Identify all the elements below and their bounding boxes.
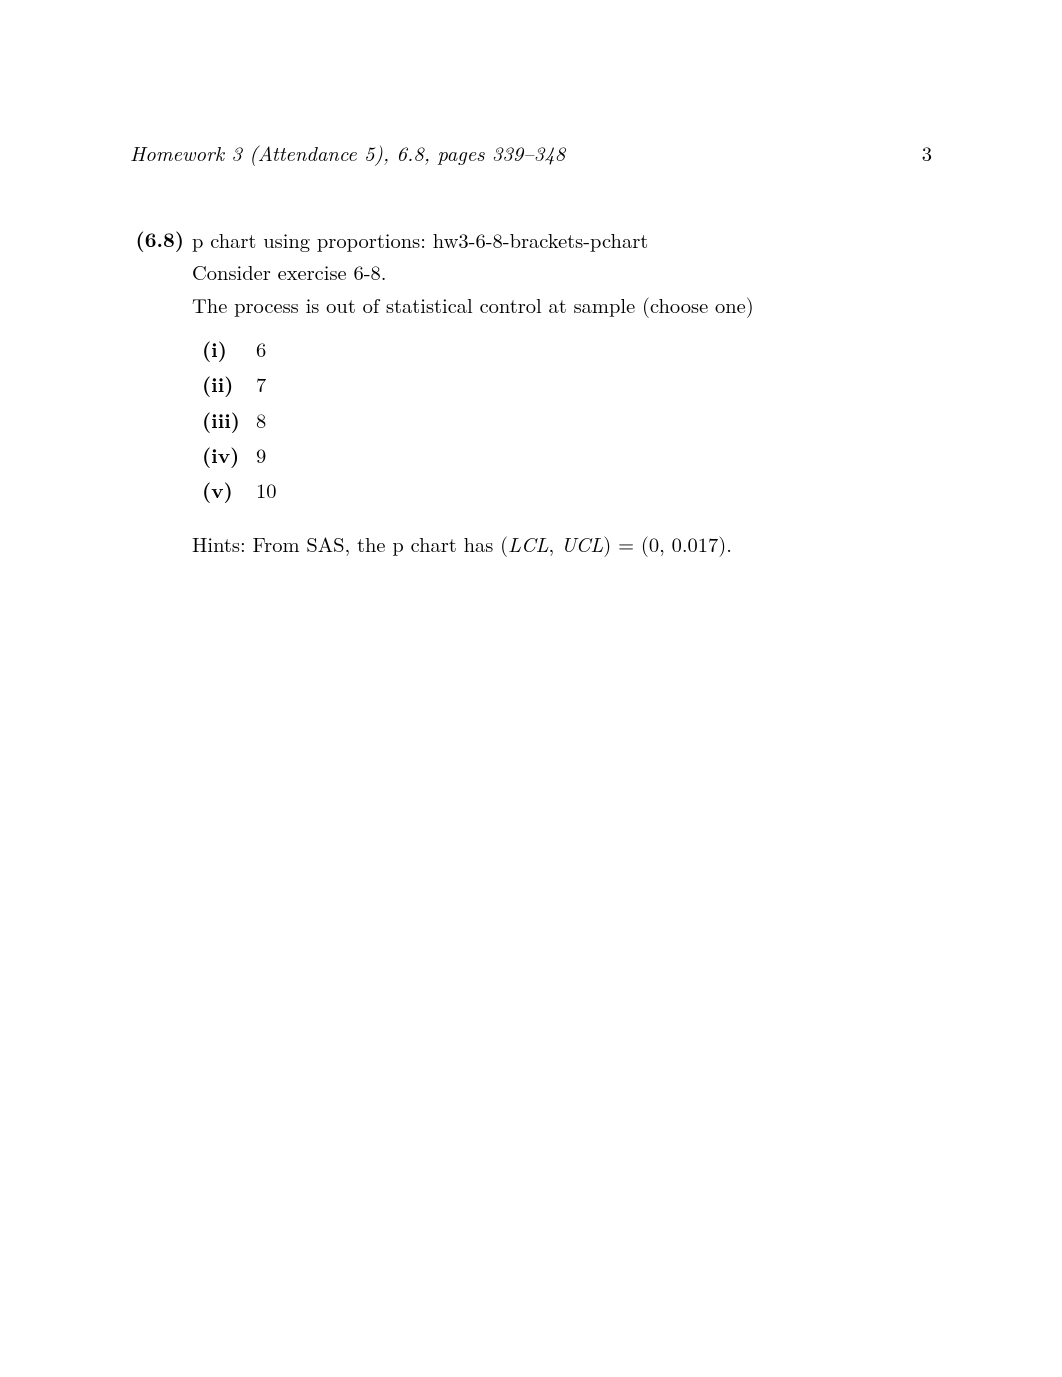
problem-body: p chart using proportions: hw3-6-8-brack…	[192, 225, 932, 559]
hint-comma: ,	[659, 529, 672, 558]
choice-list: (i) 6 (ii) 7 (iii) 8 (iv) 9 (v) 10	[202, 334, 932, 507]
choice-label: (iii)	[202, 406, 256, 436]
choice-label: (v)	[202, 476, 256, 506]
choice-value: 6	[256, 334, 266, 364]
problem-line-3: The process is out of statistical contro…	[192, 290, 932, 320]
hint-comma: ,	[549, 529, 562, 558]
choice-value: 7	[256, 369, 266, 399]
problem-title: p chart using proportions: hw3-6-8-brack…	[192, 225, 932, 255]
choice-label: (ii)	[202, 370, 256, 400]
choice-item: (i) 6	[202, 334, 932, 365]
hint-prefix: Hints: From SAS, the p chart has (	[192, 529, 508, 558]
running-header: Homework 3 (Attendance 5), 6.8, pages 33…	[130, 138, 932, 167]
choice-value: 9	[256, 440, 266, 470]
choice-item: (v) 10	[202, 475, 932, 506]
document-page: Homework 3 (Attendance 5), 6.8, pages 33…	[0, 0, 1062, 559]
choice-label: (iv)	[202, 441, 256, 471]
running-title: Homework 3 (Attendance 5), 6.8, pages 33…	[130, 138, 565, 167]
hint-eq: ) = (0	[603, 529, 659, 558]
choice-item: (iii) 8	[202, 405, 932, 436]
hint-lcl: LCL	[508, 529, 548, 558]
hint-ucl: UCL	[561, 529, 603, 558]
hint-end: 0.017).	[672, 529, 732, 558]
hint-line: Hints: From SAS, the p chart has (LCL, U…	[192, 529, 932, 559]
choice-label: (i)	[202, 335, 256, 365]
page-number: 3	[922, 138, 932, 167]
problem-label: (6.8)	[130, 225, 192, 255]
problem-line-2: Consider exercise 6-8.	[192, 257, 932, 287]
choice-value: 8	[256, 405, 266, 435]
choice-value: 10	[256, 475, 277, 505]
choice-item: (iv) 9	[202, 440, 932, 471]
problem-block: (6.8) p chart using proportions: hw3-6-8…	[130, 225, 932, 559]
choice-item: (ii) 7	[202, 369, 932, 400]
